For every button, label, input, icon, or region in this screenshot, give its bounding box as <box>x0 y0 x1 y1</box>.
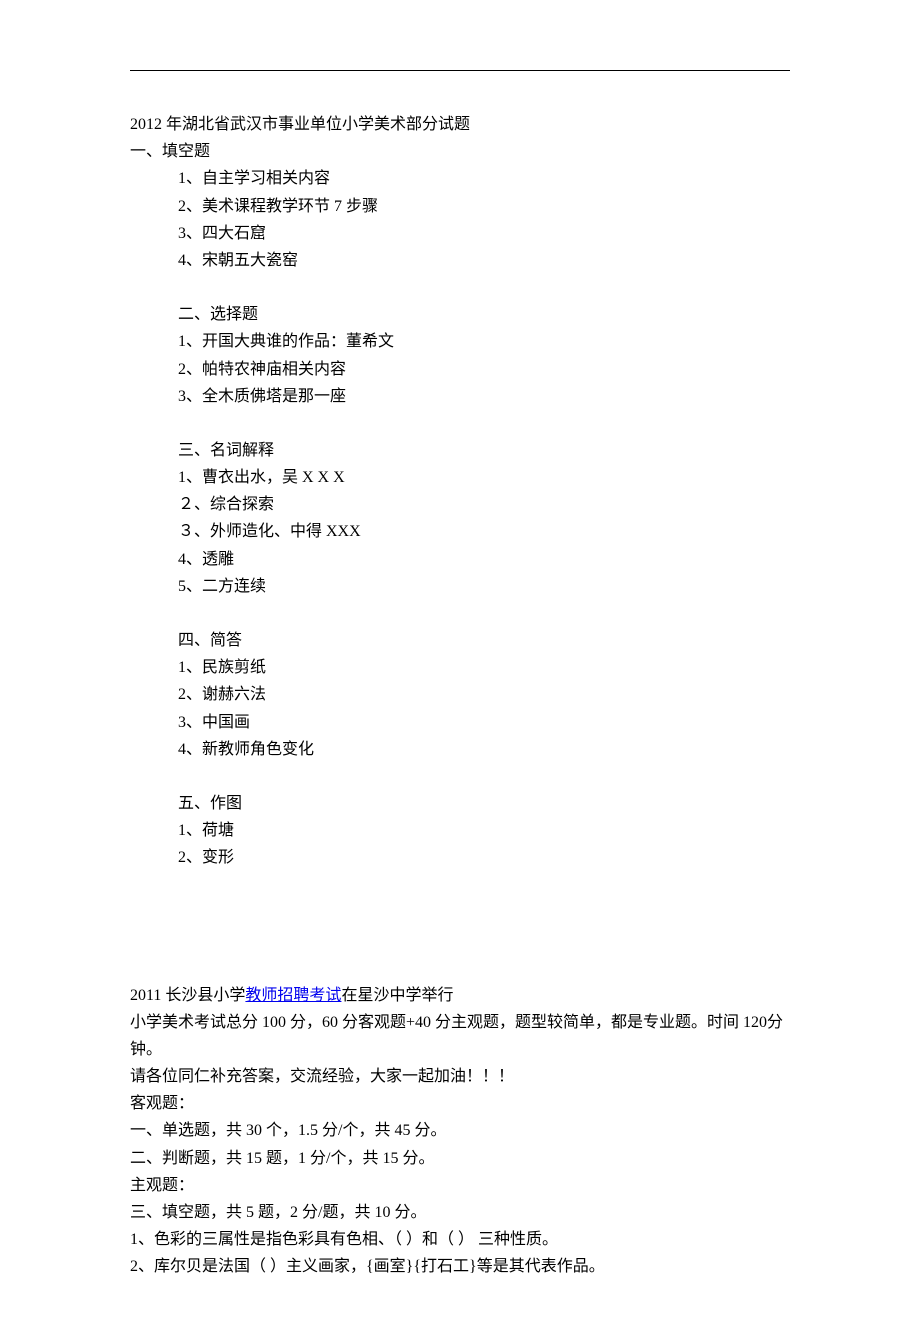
s4-item3: 3、中国画 <box>178 709 790 736</box>
s2-item3: 3、全木质佛塔是那一座 <box>178 383 790 410</box>
obj-item1: 一、单选题，共 30 个，1.5 分/个，共 45 分。 <box>130 1117 790 1144</box>
sub-section-heading: 三、填空题，共 5 题，2 分/题，共 10 分。 <box>130 1199 790 1226</box>
s1-item3: 3、四大石窟 <box>178 220 790 247</box>
objective-heading: 客观题： <box>130 1090 790 1117</box>
section5: 五、作图 1、荷塘 2、变形 <box>130 790 790 872</box>
section3-heading: 三、名词解释 <box>178 437 790 464</box>
sub-item2: 2、库尔贝是法国（ ）主义画家，{画室}{打石工}等是其代表作品。 <box>130 1253 790 1280</box>
s4-item1: 1、民族剪纸 <box>178 654 790 681</box>
doc2-line1: 2011 长沙县小学教师招聘考试在星沙中学举行 <box>130 982 790 1009</box>
doc2-p2: 请各位同仁补充答案，交流经验，大家一起加油！！！ <box>130 1063 790 1090</box>
s4-item2: 2、谢赫六法 <box>178 681 790 708</box>
s3-item5: 5、二方连续 <box>178 573 790 600</box>
section3: 三、名词解释 1、曹衣出水，吴 X X X ２、综合探索 ３、外师造化、中得 X… <box>130 437 790 600</box>
section4-heading: 四、简答 <box>178 627 790 654</box>
s5-item2: 2、变形 <box>178 844 790 871</box>
section5-heading: 五、作图 <box>178 790 790 817</box>
doc2-p1: 小学美术考试总分 100 分，60 分客观题+40 分主观题，题型较简单，都是专… <box>130 1009 790 1063</box>
spacer <box>130 600 790 627</box>
s2-item2: 2、帕特农神庙相关内容 <box>178 356 790 383</box>
section1-heading: 一、填空题 <box>130 138 790 165</box>
doc2-line1-pre: 2011 长沙县小学 <box>130 987 245 1004</box>
section2: 二、选择题 1、开国大典谁的作品：董希文 2、帕特农神庙相关内容 3、全木质佛塔… <box>130 301 790 410</box>
doc1-title: 2012 年湖北省武汉市事业单位小学美术部分试题 <box>130 111 790 138</box>
section4: 四、简答 1、民族剪纸 2、谢赫六法 3、中国画 4、新教师角色变化 <box>130 627 790 763</box>
subjective-heading: 主观题： <box>130 1172 790 1199</box>
top-rule <box>130 70 790 71</box>
spacer <box>130 410 790 437</box>
sub-item1: 1、色彩的三属性是指色彩具有色相、（ ）和（ ） 三种性质。 <box>130 1226 790 1253</box>
s3-item4: 4、透雕 <box>178 546 790 573</box>
spacer <box>130 763 790 790</box>
s3-item1: 1、曹衣出水，吴 X X X <box>178 464 790 491</box>
s1-item1: 1、自主学习相关内容 <box>178 165 790 192</box>
doc2-line1-post: 在星沙中学举行 <box>341 987 453 1004</box>
s3-item2: ２、综合探索 <box>178 491 790 518</box>
spacer <box>130 274 790 301</box>
s2-item1: 1、开国大典谁的作品：董希文 <box>178 328 790 355</box>
section2-heading: 二、选择题 <box>178 301 790 328</box>
s3-item3: ３、外师造化、中得 XXX <box>178 518 790 545</box>
section1-items: 1、自主学习相关内容 2、美术课程教学环节 7 步骤 3、四大石窟 4、宋朝五大… <box>130 165 790 274</box>
big-spacer <box>130 872 790 982</box>
obj-item2: 二、判断题，共 15 题，1 分/个，共 15 分。 <box>130 1145 790 1172</box>
s5-item1: 1、荷塘 <box>178 817 790 844</box>
page-container: 2012 年湖北省武汉市事业单位小学美术部分试题 一、填空题 1、自主学习相关内… <box>0 0 920 1341</box>
s1-item2: 2、美术课程教学环节 7 步骤 <box>178 193 790 220</box>
s4-item4: 4、新教师角色变化 <box>178 736 790 763</box>
recruit-exam-link[interactable]: 教师招聘考试 <box>245 987 341 1004</box>
s1-item4: 4、宋朝五大瓷窑 <box>178 247 790 274</box>
